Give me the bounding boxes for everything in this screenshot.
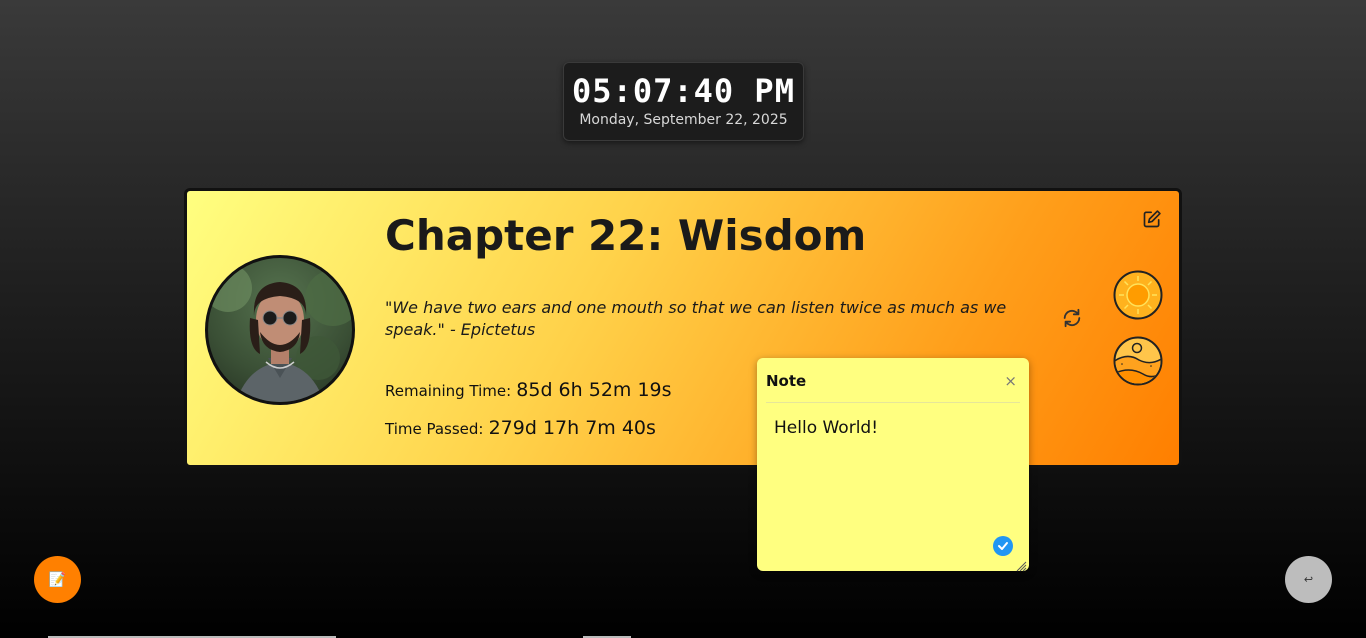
save-note-button[interactable] [993,536,1013,556]
chapter-title: Chapter 22: Wisdom [385,211,867,260]
clock-time: 05:07:40 PM [572,72,795,110]
return-button[interactable]: ↩ [1285,556,1332,603]
remaining-time-row: Remaining Time: 85d 6h 52m 19s [385,379,672,401]
theme-sun-button[interactable] [1113,270,1163,320]
note-title: Note [766,372,807,390]
refresh-quote-button[interactable] [1061,307,1083,329]
clock-widget: 05:07:40 PM Monday, September 22, 2025 [563,62,804,141]
sticky-note[interactable]: Note × [757,358,1029,572]
theme-desert-button[interactable] [1113,336,1163,386]
check-icon [998,542,1008,550]
sun-icon [1113,270,1163,320]
note-icon: 📝 [48,571,67,588]
resize-handle-icon[interactable] [1015,557,1027,572]
return-icon: ↩ [1303,573,1314,586]
close-icon[interactable]: × [1004,372,1017,390]
note-textarea[interactable] [766,408,1020,556]
avatar-photo-icon [208,264,352,402]
note-divider [766,402,1020,403]
desert-icon [1113,336,1163,386]
remaining-time-label: Remaining Time: [385,382,512,400]
edit-button[interactable] [1142,209,1162,229]
remaining-time-value: 85d 6h 52m 19s [516,379,672,401]
clock-date: Monday, September 22, 2025 [579,112,788,128]
new-note-button[interactable]: 📝 [34,556,81,603]
edit-icon [1143,210,1161,228]
time-passed-label: Time Passed: [385,420,484,438]
profile-avatar [205,255,355,405]
chapter-card: Chapter 22: Wisdom "We have two ears and… [184,188,1182,468]
quote-text: "We have two ears and one mouth so that … [385,298,1007,339]
refresh-icon [1063,308,1081,328]
time-passed-value: 279d 17h 7m 40s [488,417,656,439]
time-passed-row: Time Passed: 279d 17h 7m 40s [385,417,656,439]
